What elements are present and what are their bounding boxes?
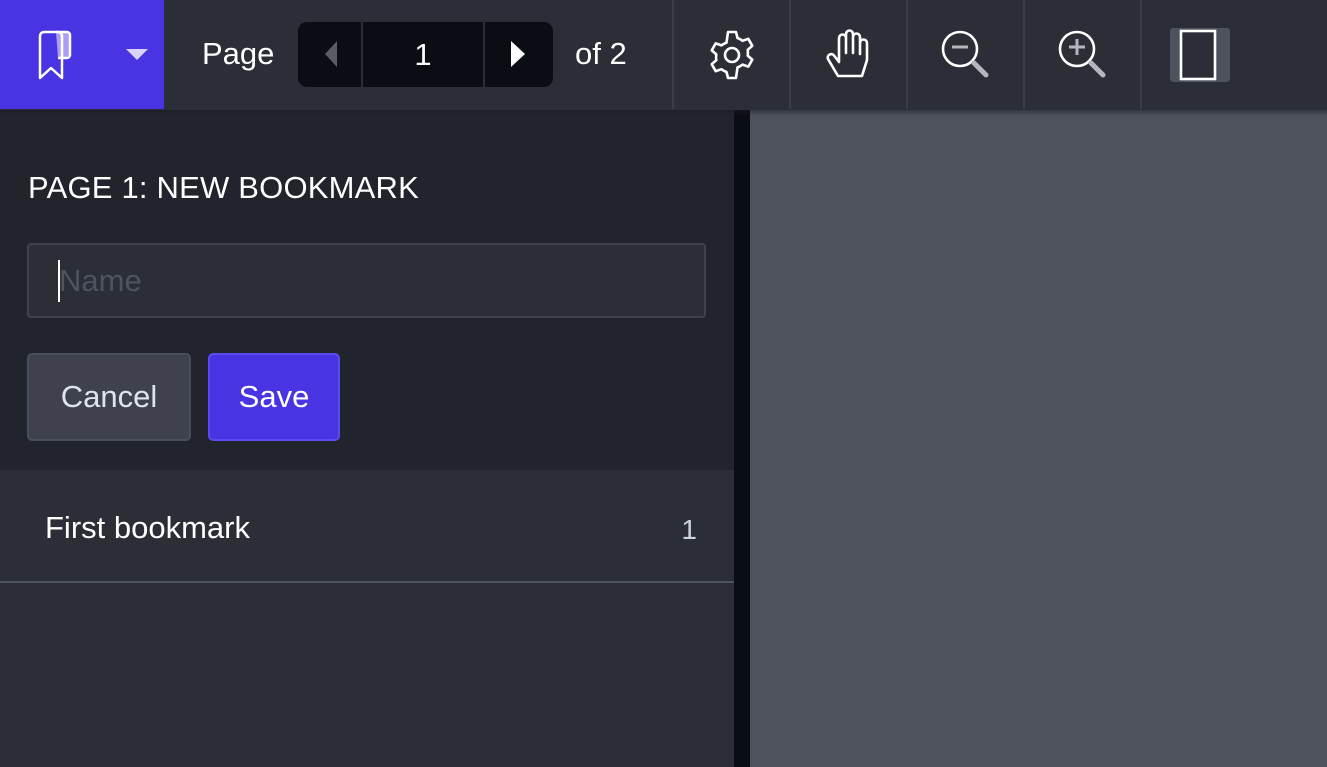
total-pages-label: of 2 <box>575 36 627 71</box>
single-page-icon <box>1169 27 1230 82</box>
bookmark-title: First bookmark <box>45 510 250 545</box>
bookmarks-sidebar: PAGE 1: NEW BOOKMARK Cancel Save First b… <box>0 110 734 767</box>
hand-icon <box>825 28 868 77</box>
bookmark-item[interactable]: First bookmark 1 <box>0 470 734 583</box>
bookmark-icon <box>38 30 72 80</box>
bookmark-page-number: 1 <box>681 514 697 545</box>
pan-tool-button[interactable] <box>789 0 906 109</box>
bookmarks-menu-button[interactable] <box>0 0 164 109</box>
cancel-button[interactable]: Cancel <box>27 353 191 441</box>
page-navigator <box>298 22 553 87</box>
new-bookmark-form: PAGE 1: NEW BOOKMARK Cancel Save <box>0 110 734 470</box>
page-label: Page <box>202 36 275 71</box>
page-view-button[interactable] <box>1140 0 1257 109</box>
document-viewer[interactable] <box>750 110 1327 767</box>
zoom-in-button[interactable] <box>1023 0 1140 109</box>
zoom-in-icon <box>1058 30 1105 77</box>
page-number-input[interactable] <box>363 22 483 87</box>
sidebar-resize-handle[interactable] <box>734 110 750 767</box>
zoom-out-icon <box>941 30 988 77</box>
bookmark-list: First bookmark 1 <box>0 470 734 583</box>
next-page-button[interactable] <box>483 22 553 87</box>
save-button[interactable]: Save <box>208 353 340 441</box>
form-title: PAGE 1: NEW BOOKMARK <box>28 170 420 205</box>
gear-icon <box>709 30 754 79</box>
previous-page-button[interactable] <box>298 22 363 87</box>
toolbar: Page of 2 <box>0 0 1327 110</box>
bookmark-name-input[interactable] <box>27 243 706 318</box>
zoom-out-button[interactable] <box>906 0 1023 109</box>
caret-down-icon[interactable] <box>126 49 148 60</box>
text-cursor <box>58 260 60 302</box>
settings-button[interactable] <box>672 0 789 109</box>
